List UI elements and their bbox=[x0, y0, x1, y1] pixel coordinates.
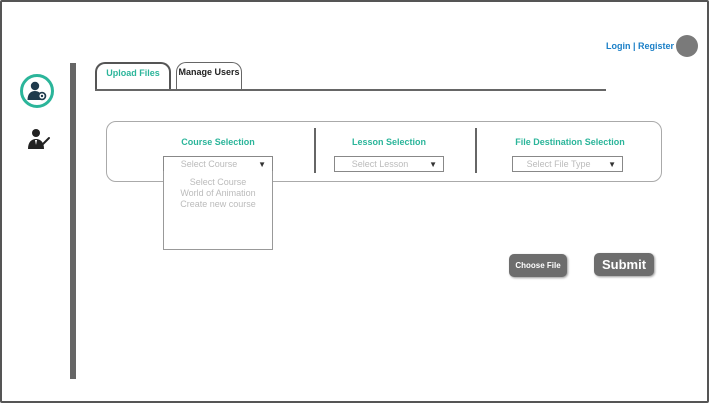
chevron-down-icon: ▼ bbox=[608, 159, 616, 169]
panel-divider bbox=[475, 128, 477, 173]
lesson-select[interactable]: Select Lesson ▼ bbox=[334, 156, 444, 172]
tab-upload-files[interactable]: Upload Files bbox=[95, 62, 171, 90]
course-selection-label: Course Selection bbox=[181, 137, 255, 147]
course-select-value: Select Course bbox=[180, 159, 238, 169]
lesson-selection-label: Lesson Selection bbox=[351, 137, 427, 147]
chevron-down-icon: ▼ bbox=[258, 159, 266, 169]
submit-button[interactable]: Submit bbox=[594, 253, 654, 276]
chevron-down-icon: ▼ bbox=[429, 159, 437, 169]
user-avatar[interactable] bbox=[676, 35, 698, 57]
lesson-select-value: Select Lesson bbox=[351, 159, 409, 169]
panel-divider bbox=[314, 128, 316, 173]
course-select[interactable]: Select Course ▼ bbox=[163, 156, 273, 172]
login-register-link[interactable]: Login | Register bbox=[606, 41, 674, 51]
teacher-icon[interactable] bbox=[27, 127, 51, 151]
sidebar-divider bbox=[70, 63, 76, 379]
file-type-select-value: Select File Type bbox=[526, 159, 591, 169]
file-type-select[interactable]: Select File Type ▼ bbox=[512, 156, 623, 172]
file-destination-selection-label: File Destination Selection bbox=[515, 137, 625, 147]
dropdown-option[interactable]: Select Course bbox=[164, 177, 272, 188]
course-dropdown-list: Select Course World of Animation Create … bbox=[163, 171, 273, 250]
sidebar-item-user-settings[interactable] bbox=[20, 74, 54, 108]
tab-manage-users[interactable]: Manage Users bbox=[176, 62, 242, 90]
dropdown-option[interactable]: World of Animation bbox=[164, 188, 272, 199]
dropdown-option[interactable]: Create new course bbox=[164, 199, 272, 210]
tab-underline bbox=[95, 89, 606, 91]
user-settings-icon bbox=[27, 81, 47, 101]
choose-file-button[interactable]: Choose File bbox=[509, 254, 567, 277]
app-frame bbox=[0, 0, 709, 403]
